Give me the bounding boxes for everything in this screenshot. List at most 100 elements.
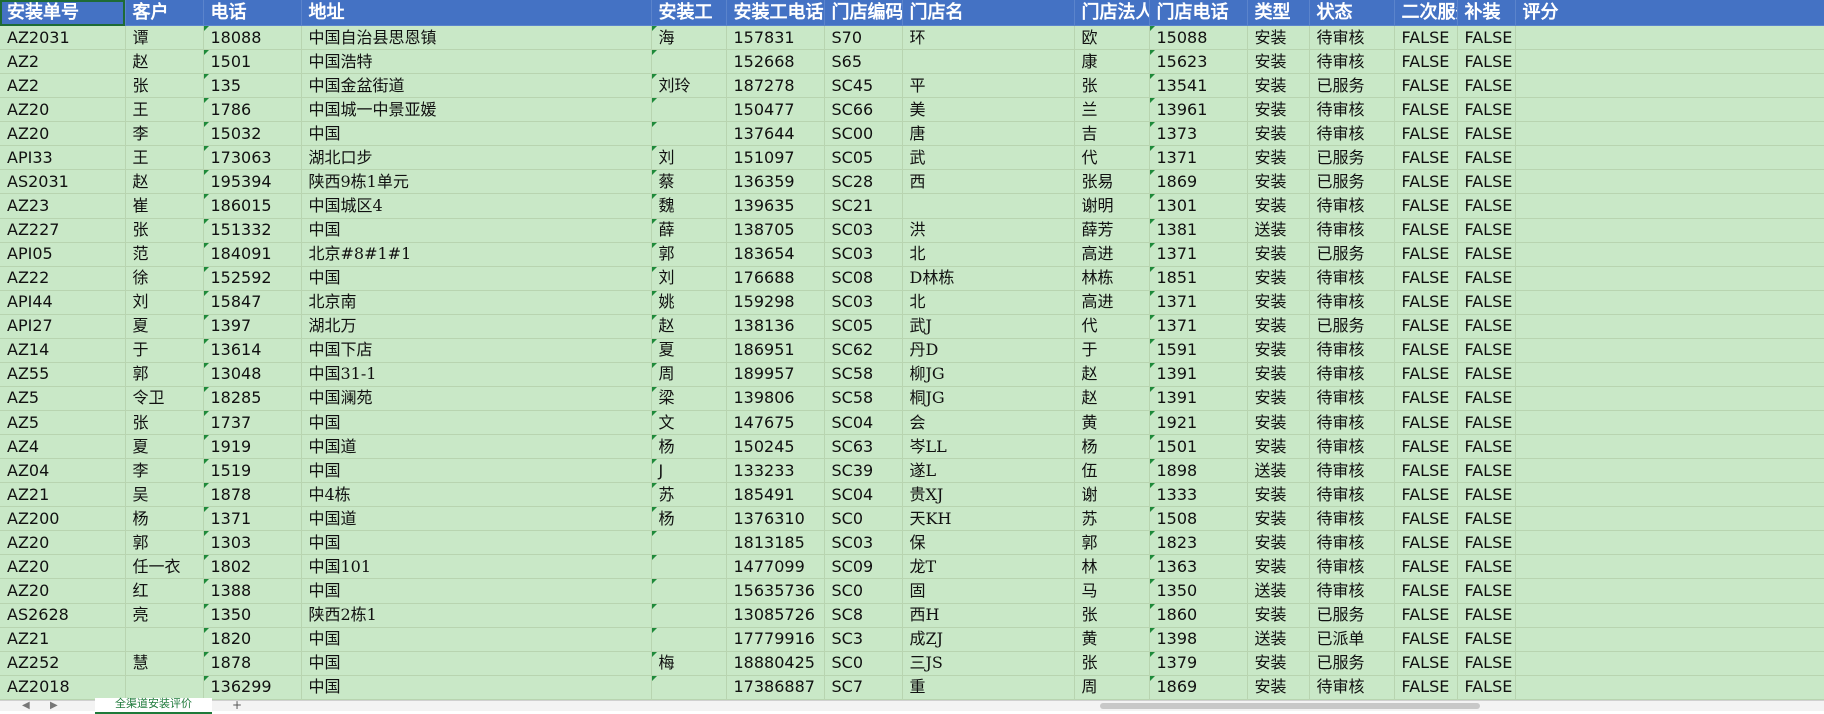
cell-installer-phone[interactable]: 1376310	[726, 506, 825, 532]
cell-rating[interactable]	[1515, 603, 1824, 628]
cell-installer[interactable]: 蔡	[651, 169, 727, 195]
cell-customer[interactable]: 杨	[125, 506, 204, 532]
cell-phone[interactable]: 1388	[203, 578, 302, 604]
cell-status[interactable]: 待审核	[1309, 458, 1395, 484]
cell-installer[interactable]	[651, 121, 727, 147]
cell-second-service[interactable]: FALSE	[1394, 73, 1458, 99]
cell-customer[interactable]: 张	[125, 73, 204, 99]
cell-store-name[interactable]: 岑LL	[902, 434, 1075, 460]
cell-type[interactable]: 安装	[1247, 193, 1310, 219]
cell-type[interactable]: 安装	[1247, 675, 1310, 701]
cell-store-phone[interactable]: 1371	[1149, 242, 1248, 267]
cell-customer[interactable]: 范	[125, 242, 204, 267]
cell-store-code[interactable]: SC21	[824, 193, 903, 219]
cell-address[interactable]: 中国	[301, 578, 652, 604]
cell-legal-person[interactable]: 谢	[1074, 482, 1150, 508]
cell-store-code[interactable]: SC0	[824, 578, 903, 604]
cell-installer-phone[interactable]: 186951	[726, 338, 825, 363]
cell-installer-phone[interactable]: 18880425	[726, 651, 825, 676]
cell-supplement[interactable]: FALSE	[1457, 386, 1516, 412]
cell-store-code[interactable]: SC66	[824, 97, 903, 123]
cell-rating[interactable]	[1515, 386, 1824, 412]
cell-rating[interactable]	[1515, 506, 1824, 532]
cell-rating[interactable]	[1515, 25, 1824, 51]
cell-customer[interactable]: 谭	[125, 25, 204, 51]
header-status[interactable]: 状态	[1309, 0, 1395, 26]
cell-phone[interactable]: 1303	[203, 530, 302, 556]
cell-rating[interactable]	[1515, 73, 1824, 99]
cell-customer[interactable]: 夏	[125, 314, 204, 339]
cell-supplement[interactable]: FALSE	[1457, 651, 1516, 676]
cell-rating[interactable]	[1515, 314, 1824, 339]
cell-status[interactable]: 待审核	[1309, 530, 1395, 556]
cell-legal-person[interactable]: 张	[1074, 73, 1150, 99]
cell-supplement[interactable]: FALSE	[1457, 554, 1516, 580]
cell-store-phone[interactable]: 1381	[1149, 218, 1248, 243]
cell-customer[interactable]: 任一衣	[125, 554, 204, 580]
cell-installer-phone[interactable]: 157831	[726, 25, 825, 51]
cell-type[interactable]: 安装	[1247, 97, 1310, 123]
cell-installer[interactable]	[651, 578, 727, 604]
cell-phone[interactable]: 15032	[203, 121, 302, 147]
cell-rating[interactable]	[1515, 193, 1824, 219]
cell-status[interactable]: 已服务	[1309, 651, 1395, 676]
cell-status[interactable]: 已服务	[1309, 169, 1395, 195]
cell-customer[interactable]: 于	[125, 338, 204, 363]
cell-order-no[interactable]: AZ22	[0, 266, 126, 291]
cell-installer[interactable]: 刘	[651, 266, 727, 291]
cell-second-service[interactable]: FALSE	[1394, 49, 1458, 75]
cell-supplement[interactable]: FALSE	[1457, 169, 1516, 195]
cell-phone[interactable]: 184091	[203, 242, 302, 267]
cell-store-name[interactable]: 三JS	[902, 651, 1075, 676]
cell-installer-phone[interactable]: 137644	[726, 121, 825, 147]
cell-rating[interactable]	[1515, 169, 1824, 195]
cell-customer[interactable]: 红	[125, 578, 204, 604]
cell-rating[interactable]	[1515, 266, 1824, 291]
cell-legal-person[interactable]: 于	[1074, 338, 1150, 363]
cell-store-code[interactable]: SC04	[824, 410, 903, 436]
cell-store-phone[interactable]: 1373	[1149, 121, 1248, 147]
cell-rating[interactable]	[1515, 651, 1824, 676]
cell-installer[interactable]: 薛	[651, 218, 727, 243]
cell-second-service[interactable]: FALSE	[1394, 554, 1458, 580]
cell-customer[interactable]: 郭	[125, 530, 204, 556]
cell-address[interactable]: 中国	[301, 458, 652, 484]
cell-order-no[interactable]: AZ227	[0, 218, 126, 243]
cell-phone[interactable]: 135	[203, 73, 302, 99]
cell-rating[interactable]	[1515, 242, 1824, 267]
cell-address[interactable]: 中国下店	[301, 338, 652, 363]
cell-store-code[interactable]: SC03	[824, 290, 903, 315]
cell-customer[interactable]	[125, 675, 204, 701]
cell-store-name[interactable]: 龙T	[902, 554, 1075, 580]
cell-phone[interactable]: 1737	[203, 410, 302, 436]
cell-store-phone[interactable]: 1823	[1149, 530, 1248, 556]
cell-installer-phone[interactable]: 147675	[726, 410, 825, 436]
cell-second-service[interactable]: FALSE	[1394, 627, 1458, 652]
header-second-service[interactable]: 二次服务	[1394, 0, 1458, 26]
cell-store-phone[interactable]: 13541	[1149, 73, 1248, 99]
cell-installer[interactable]: J	[651, 458, 727, 484]
cell-order-no[interactable]: AZ14	[0, 338, 126, 363]
cell-installer-phone[interactable]: 185491	[726, 482, 825, 508]
cell-store-phone[interactable]: 1398	[1149, 627, 1248, 652]
cell-store-name[interactable]: 西H	[902, 603, 1075, 628]
header-customer[interactable]: 客户	[125, 0, 204, 26]
cell-status[interactable]: 已服务	[1309, 603, 1395, 628]
cell-store-name[interactable]: 贵XJ	[902, 482, 1075, 508]
cell-address[interactable]: 中国浩特	[301, 49, 652, 75]
cell-supplement[interactable]: FALSE	[1457, 73, 1516, 99]
cell-phone[interactable]: 18285	[203, 386, 302, 412]
cell-address[interactable]: 中4栋	[301, 482, 652, 508]
cell-supplement[interactable]: FALSE	[1457, 97, 1516, 123]
cell-order-no[interactable]: AZ20	[0, 530, 126, 556]
cell-installer[interactable]: 周	[651, 362, 727, 387]
cell-address[interactable]: 中国	[301, 675, 652, 701]
cell-store-code[interactable]: SC08	[824, 266, 903, 291]
cell-order-no[interactable]: API44	[0, 290, 126, 315]
cell-customer[interactable]: 慧	[125, 651, 204, 676]
cell-status[interactable]: 待审核	[1309, 578, 1395, 604]
cell-installer[interactable]: 梅	[651, 651, 727, 676]
cell-customer[interactable]: 张	[125, 410, 204, 436]
cell-type[interactable]: 安装	[1247, 290, 1310, 315]
cell-store-phone[interactable]: 15088	[1149, 25, 1248, 51]
